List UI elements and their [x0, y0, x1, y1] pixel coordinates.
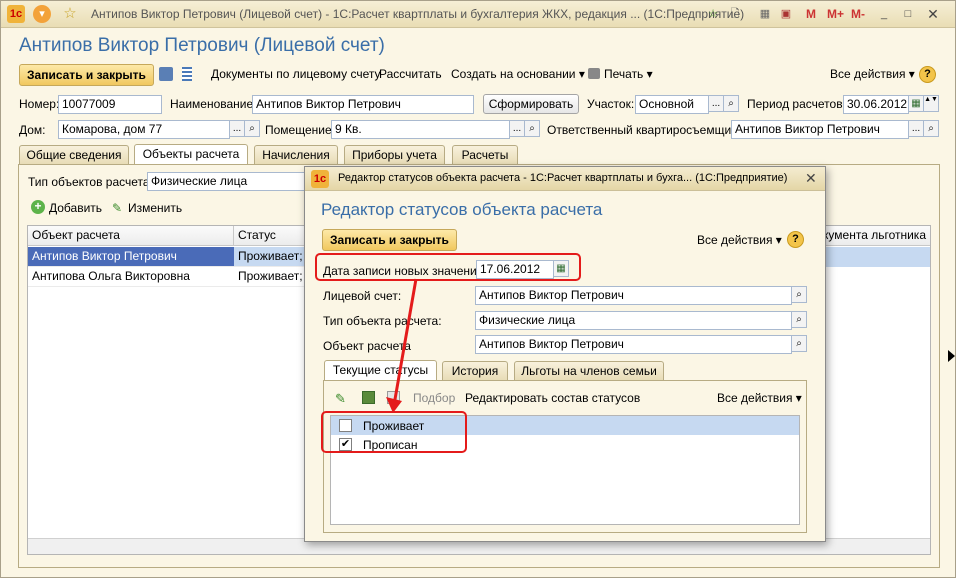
list-icon[interactable]	[182, 67, 192, 81]
mouse-cursor-icon	[948, 350, 955, 362]
save-icon[interactable]	[159, 67, 173, 81]
room-field[interactable]: 9 Кв.	[331, 120, 510, 139]
favorite-star-icon[interactable]: ☆	[61, 5, 79, 23]
house-field[interactable]: Комарова, дом 77	[58, 120, 230, 139]
table-cell-object: Антипова Ольга Викторовна	[28, 267, 234, 287]
house-select-button[interactable]: ...	[229, 120, 245, 137]
print-button[interactable]: Печать ▾	[604, 67, 653, 81]
tab-accruals[interactable]: Начисления	[254, 145, 338, 165]
app-logo-icon[interactable]: 1с	[7, 5, 25, 23]
add-button[interactable]: Добавить	[49, 201, 102, 215]
printer-icon	[588, 68, 600, 79]
dialog-heading: Редактор статусов объекта расчета	[321, 200, 603, 219]
name-field[interactable]: Антипов Виктор Петрович	[252, 95, 474, 114]
list-all-actions-label: Все действия	[717, 391, 793, 405]
dialog-all-actions-label: Все действия	[697, 233, 773, 247]
dialog-close-icon[interactable]: ✕	[805, 170, 817, 187]
tab-objects[interactable]: Объекты расчета	[134, 144, 248, 165]
tab-calculations[interactable]: Расчеты	[452, 145, 518, 165]
save-close-button[interactable]: Записать и закрыть	[19, 64, 154, 86]
all-actions-button[interactable]: Все действия ▾	[830, 67, 915, 81]
tab-general[interactable]: Общие сведения	[19, 145, 129, 165]
section-field[interactable]: Основной	[635, 95, 709, 114]
house-label: Дом:	[19, 123, 46, 137]
object-type-label: Тип объектов расчета:	[28, 175, 153, 189]
table-cell-status: Проживает; П	[234, 267, 314, 287]
edit-status-icon[interactable]: ✎	[335, 391, 346, 407]
room-label: Помещение:	[265, 123, 335, 137]
add-icon: +	[31, 200, 45, 214]
tab-family-benefits[interactable]: Льготы на членов семьи	[514, 361, 664, 381]
dialog-title-bar: 1с Редактор статусов объекта расчета - 1…	[305, 167, 825, 191]
room-search-icon[interactable]: ⌕	[524, 120, 540, 137]
tenant-select-button[interactable]: ...	[908, 120, 924, 137]
object-field[interactable]: Антипов Виктор Петрович	[475, 335, 792, 354]
tenant-search-icon[interactable]: ⌕	[923, 120, 939, 137]
object-type-field[interactable]: Физические лица	[147, 172, 309, 191]
dialog-all-actions-button[interactable]: Все действия ▾	[697, 233, 782, 247]
form-title: Антипов Виктор Петрович (Лицевой счет)	[19, 35, 385, 56]
account-field[interactable]: Антипов Виктор Петрович	[475, 286, 792, 305]
date-highlight-frame	[315, 253, 581, 281]
edit-pencil-icon: ✎	[112, 201, 123, 215]
maximize-icon[interactable]: □	[899, 5, 917, 23]
col-object-header[interactable]: Объект расчета	[28, 226, 234, 246]
section-select-button[interactable]: ...	[708, 95, 724, 112]
title-bar: 1с ▾ ☆ Антипов Виктор Петрович (Лицевой …	[1, 1, 955, 28]
number-label: Номер:	[19, 97, 60, 111]
tenant-field[interactable]: Антипов Виктор Петрович	[731, 120, 909, 139]
account-search-icon[interactable]: ⌕	[791, 286, 807, 303]
print-label: Печать	[604, 67, 644, 81]
room-select-button[interactable]: ...	[509, 120, 525, 137]
period-calendar-icon[interactable]: ▦	[908, 95, 924, 112]
memory-plus-button[interactable]: M+	[827, 7, 844, 21]
period-label: Период расчетов:	[747, 97, 846, 111]
check-all-icon[interactable]	[362, 391, 375, 404]
col-status-header[interactable]: Статус	[234, 226, 314, 246]
calculator-icon[interactable]: ▦	[756, 5, 774, 23]
list-all-actions-button[interactable]: Все действия ▾	[717, 391, 802, 405]
calculate-button[interactable]: Рассчитать	[379, 67, 442, 81]
dialog-app-icon: 1с	[311, 170, 329, 188]
close-icon[interactable]: ✕	[924, 5, 942, 23]
create-based-button[interactable]: Создать на основании ▾	[451, 67, 585, 81]
dialog-title: Редактор статусов объекта расчета - 1С:Р…	[338, 172, 788, 184]
house-search-icon[interactable]: ⌕	[244, 120, 260, 137]
all-actions-label: Все действия	[830, 67, 906, 81]
object-type-dlg-field[interactable]: Физические лица	[475, 311, 792, 330]
name-label: Наименование:	[170, 97, 257, 111]
edit-button[interactable]: Изменить	[128, 201, 182, 215]
link-icon[interactable]: 🗋	[726, 5, 744, 23]
number-field[interactable]: 10077009	[58, 95, 162, 114]
annotation-arrow	[386, 278, 418, 413]
window-title: Антипов Виктор Петрович (Лицевой счет) -…	[91, 7, 745, 21]
section-search-icon[interactable]: ⌕	[723, 95, 739, 112]
tenant-label: Ответственный квартиросъемщик:	[547, 123, 740, 137]
dialog-help-icon[interactable]: ?	[787, 231, 804, 248]
table-cell-status: Проживает; П	[234, 247, 314, 267]
create-based-label: Создать на основании	[451, 67, 576, 81]
tab-meters[interactable]: Приборы учета	[344, 145, 445, 165]
memory-minus-button[interactable]: M-	[851, 7, 865, 21]
table-cell-object: Антипов Виктор Петрович	[28, 247, 234, 267]
section-label: Участок:	[587, 97, 635, 111]
status-highlight-frame	[321, 411, 467, 453]
add-favorite-icon[interactable]: ☆	[704, 5, 722, 23]
main-menu-icon[interactable]: ▾	[33, 5, 51, 23]
form-name-button[interactable]: Сформировать	[483, 94, 579, 114]
edit-composition-button[interactable]: Редактировать состав статусов	[465, 391, 640, 405]
period-field[interactable]: 30.06.2012	[843, 95, 909, 114]
dialog-save-close-button[interactable]: Записать и закрыть	[322, 229, 457, 251]
help-icon[interactable]: ?	[919, 66, 936, 83]
calendar-icon[interactable]: ▣	[777, 5, 795, 23]
tab-history[interactable]: История	[442, 361, 508, 381]
object-type-dlg-search-icon[interactable]: ⌕	[791, 311, 807, 328]
object-search-icon[interactable]: ⌕	[791, 335, 807, 352]
memory-m-button[interactable]: M	[806, 7, 816, 21]
period-spin-icon[interactable]: ▲▼	[923, 95, 939, 112]
minimize-icon[interactable]: _	[875, 5, 893, 23]
documents-link[interactable]: Документы по лицевому счету	[211, 67, 380, 81]
